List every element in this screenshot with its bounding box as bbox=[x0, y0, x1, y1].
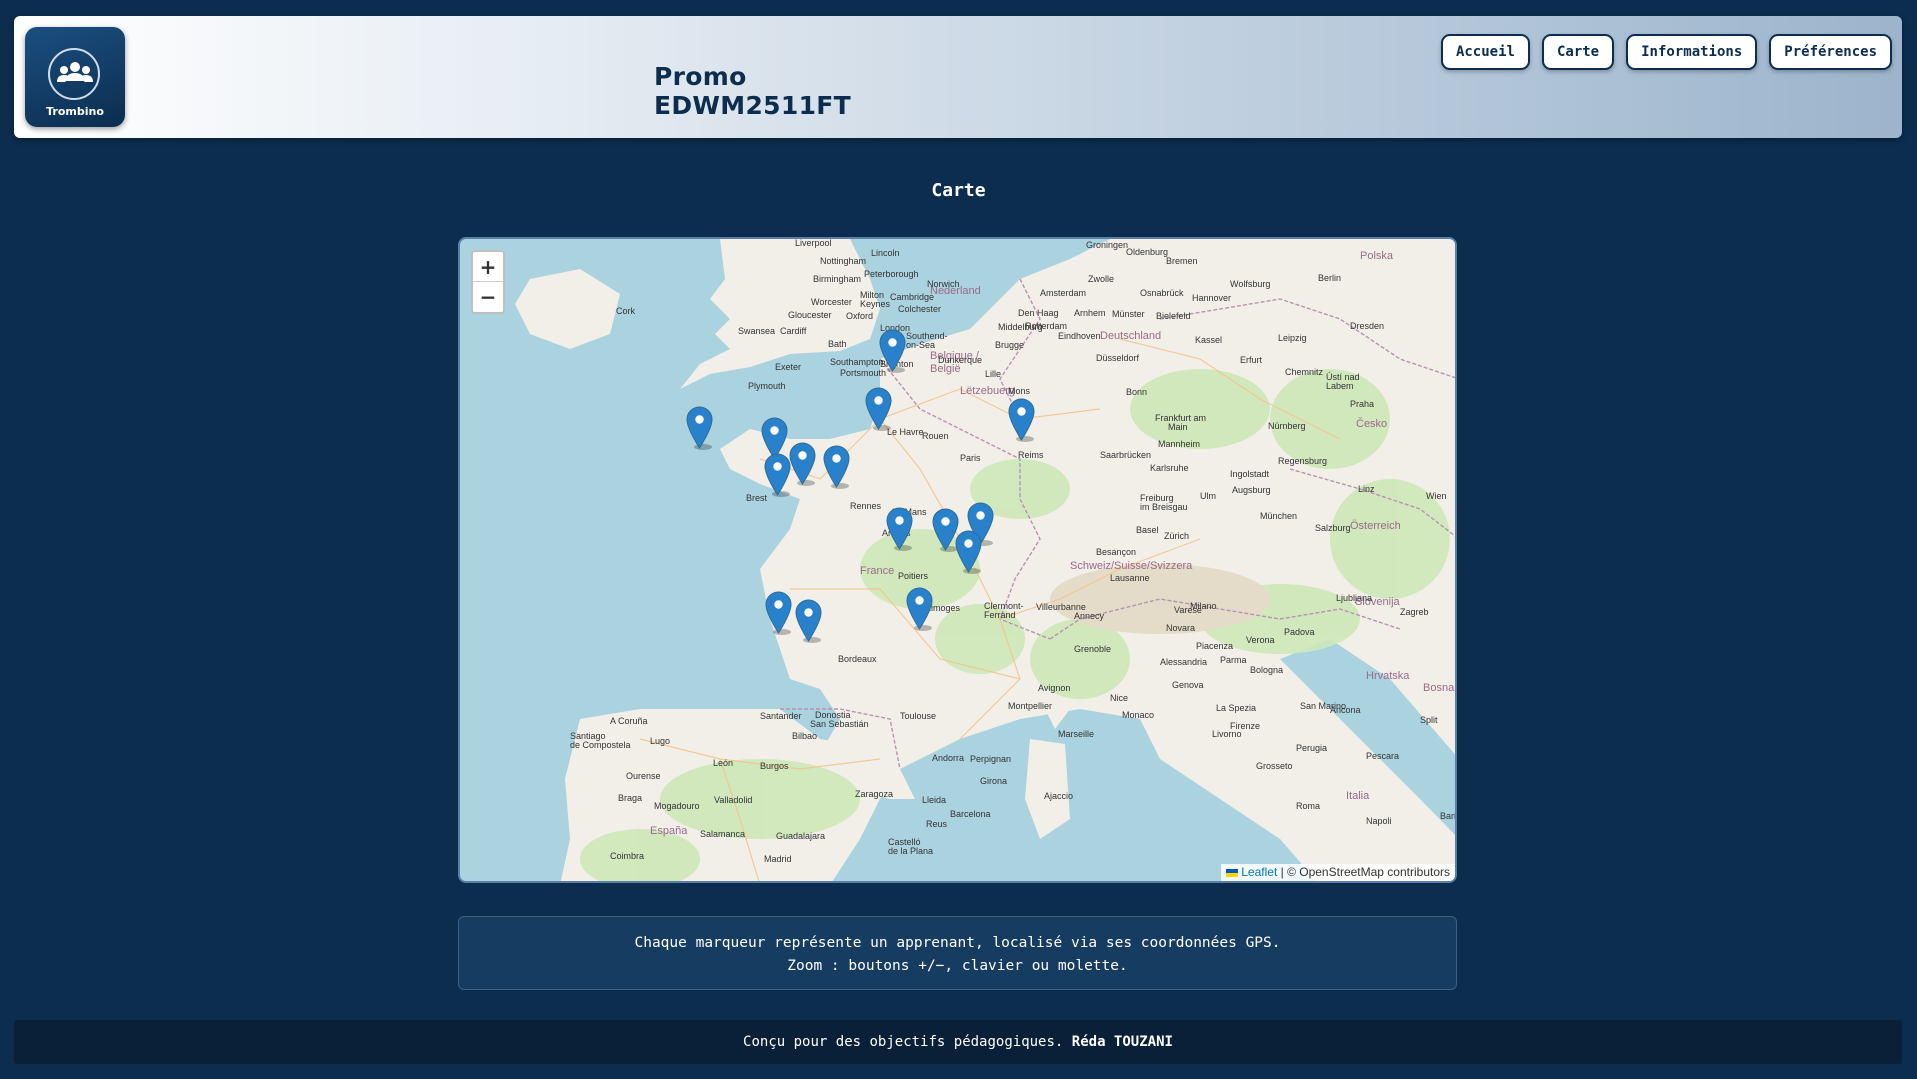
nav-accueil[interactable]: Accueil bbox=[1440, 34, 1530, 70]
nav-informations[interactable]: Informations bbox=[1626, 34, 1758, 70]
learner-marker[interactable] bbox=[879, 329, 906, 373]
map[interactable]: Nederland Belgique / België Deutschland … bbox=[458, 237, 1457, 883]
learner-marker[interactable] bbox=[795, 599, 822, 643]
learner-marker[interactable] bbox=[906, 587, 933, 631]
footer-text: Conçu pour des objectifs pédagogiques. bbox=[743, 1034, 1064, 1050]
users-icon bbox=[48, 48, 100, 100]
learner-marker[interactable] bbox=[1008, 398, 1035, 442]
zoom-in-button[interactable]: + bbox=[473, 252, 503, 282]
zoom-out-button[interactable]: − bbox=[473, 282, 503, 312]
marker-layer[interactable] bbox=[460, 239, 1457, 883]
logo-label: Trombino bbox=[46, 105, 104, 118]
info-box: Chaque marqueur représente un apprenant,… bbox=[458, 916, 1457, 990]
learner-marker[interactable] bbox=[955, 530, 982, 574]
page-title: Promo EDWM2511FT bbox=[654, 62, 851, 120]
attribution-text: | © OpenStreetMap contributors bbox=[1280, 865, 1450, 879]
map-attribution: Leaflet | © OpenStreetMap contributors bbox=[1221, 864, 1455, 881]
learner-marker[interactable] bbox=[789, 442, 816, 486]
learner-marker[interactable] bbox=[932, 508, 959, 552]
info-line-1: Chaque marqueur représente un apprenant,… bbox=[634, 935, 1281, 951]
footer: Conçu pour des objectifs pédagogiques. R… bbox=[14, 1020, 1902, 1064]
learner-marker[interactable] bbox=[764, 453, 791, 497]
nav-preferences[interactable]: Préférences bbox=[1769, 34, 1892, 70]
footer-author: Réda TOUZANI bbox=[1071, 1034, 1173, 1050]
learner-marker[interactable] bbox=[823, 445, 850, 489]
learner-marker[interactable] bbox=[765, 591, 792, 635]
learner-marker[interactable] bbox=[686, 406, 713, 450]
logo[interactable]: Trombino bbox=[25, 27, 125, 127]
main-nav: Accueil Carte Informations Préférences bbox=[1440, 34, 1892, 70]
nav-carte[interactable]: Carte bbox=[1541, 34, 1615, 70]
section-title: Carte bbox=[931, 180, 986, 201]
zoom-control: + − bbox=[471, 250, 505, 314]
info-line-2: Zoom : boutons +/−, clavier ou molette. bbox=[787, 958, 1128, 974]
ukraine-flag-icon bbox=[1226, 868, 1239, 877]
leaflet-link[interactable]: Leaflet bbox=[1241, 865, 1277, 879]
learner-marker[interactable] bbox=[886, 507, 913, 551]
learner-marker[interactable] bbox=[865, 387, 892, 431]
header: Trombino Promo EDWM2511FT Accueil Carte … bbox=[14, 16, 1902, 138]
